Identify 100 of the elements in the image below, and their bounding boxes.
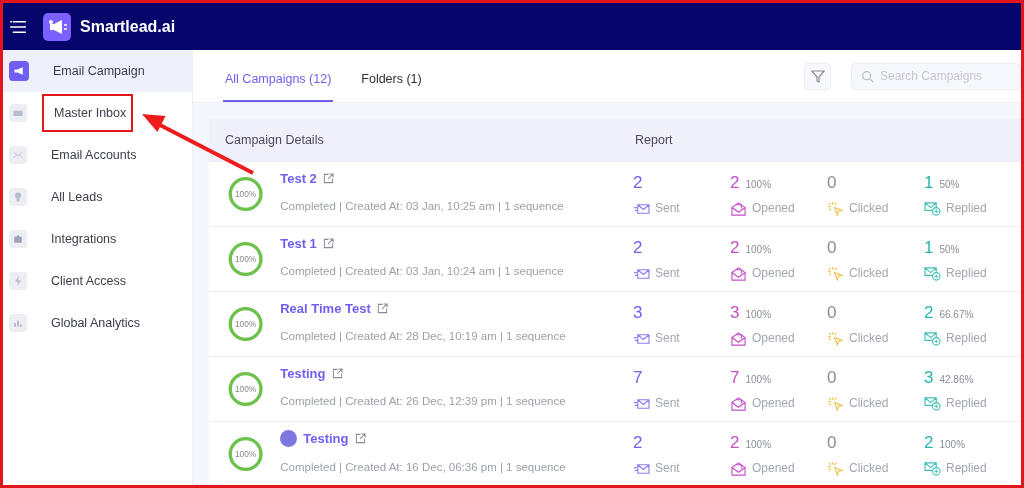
tab[interactable]: All Campaigns (12) [223, 50, 334, 102]
progress-ring: 100% [227, 370, 265, 408]
stat-count: 0 [827, 302, 837, 323]
sidebar-item[interactable]: Master Inbox [3, 92, 192, 134]
bars-icon [9, 314, 27, 332]
stat-count: 0 [827, 237, 837, 258]
envelope-plus-icon [924, 330, 941, 346]
stat-count: 2 [730, 432, 740, 453]
campaign-details: Completed | Created At: 03 Jan, 10:25 am | 1 sequence [280, 199, 565, 212]
stat-label: Clicked [849, 201, 889, 215]
stat-label: Replied [946, 201, 987, 215]
open-envelope-icon [730, 330, 747, 346]
stat-label: Replied [946, 396, 987, 410]
stat-count: 2 [633, 172, 643, 193]
envelope-plus-icon [924, 265, 941, 281]
stat-percent: 42.86% [939, 373, 974, 385]
stat-count: 0 [827, 367, 837, 388]
sidebar-item[interactable]: All Leads [3, 176, 192, 218]
stat-label: Clicked [849, 461, 889, 475]
sidebar-item[interactable]: Email Campaign [3, 50, 192, 92]
click-burst-icon [827, 265, 844, 281]
stat-percent: 66.67% [939, 308, 974, 320]
external-link-icon[interactable] [322, 172, 334, 184]
stat-label: Opened [752, 266, 795, 280]
stat-count: 2 [730, 237, 740, 258]
stat-percent: 100% [939, 438, 966, 450]
filter-icon [809, 68, 826, 84]
stat-count: 0 [827, 432, 837, 453]
megaphone-logo-icon [43, 12, 71, 41]
stat-count: 0 [827, 172, 837, 193]
progress-ring: 100% [227, 435, 265, 473]
stat-percent: 100% [745, 373, 772, 385]
filter-button[interactable] [804, 62, 831, 90]
stat-label: Sent [655, 201, 680, 215]
stat-label: Sent [655, 266, 680, 280]
column-header: Campaign Details [225, 133, 325, 147]
stat-label: Replied [946, 461, 987, 475]
stat-count: 2 [633, 237, 643, 258]
sidebar-item[interactable]: Integrations [3, 218, 192, 260]
click-burst-icon [827, 330, 844, 346]
click-burst-icon [827, 395, 844, 411]
click-burst-icon [827, 200, 844, 216]
stat-label: Opened [752, 331, 795, 345]
stat-count: 7 [633, 367, 643, 388]
tab[interactable]: Folders (1) [359, 50, 424, 102]
campaign-name-link[interactable]: Test 2 [280, 170, 317, 186]
stat-percent: 50% [939, 178, 960, 190]
sidebar-item[interactable]: Global Analytics [3, 302, 192, 344]
stat-label: Clicked [849, 396, 889, 410]
stat-label: Replied [946, 331, 987, 345]
external-link-icon[interactable] [376, 302, 388, 314]
stat-label: Sent [655, 331, 680, 345]
open-envelope-icon [730, 200, 747, 216]
stat-count: 3 [633, 302, 643, 323]
stat-count: 3 [924, 367, 934, 388]
stat-label: Clicked [849, 331, 889, 345]
stat-percent: 100% [745, 243, 772, 255]
progress-ring: 100% [227, 175, 265, 213]
click-burst-icon [827, 460, 844, 476]
stat-count: 1 [924, 237, 934, 258]
bulb-icon [9, 188, 27, 206]
campaign-name-link[interactable]: Real Time Test [280, 300, 371, 316]
column-header: Report [635, 133, 673, 147]
sidebar-item[interactable]: Email Accounts [3, 134, 192, 176]
progress-ring: 100% [227, 305, 265, 343]
bolt-icon [9, 272, 27, 290]
external-link-icon[interactable] [331, 367, 343, 379]
stat-label: Opened [752, 201, 795, 215]
app-name: Smartlead.ai [80, 17, 176, 36]
stat-label: Sent [655, 461, 680, 475]
campaign-name-link[interactable]: Testing [280, 365, 326, 381]
stat-percent: 100% [745, 178, 772, 190]
envelope-icon [9, 146, 27, 164]
external-link-icon[interactable] [354, 432, 366, 444]
envelope-plus-icon [924, 200, 941, 216]
sidebar-item[interactable]: Client Access [3, 260, 192, 302]
menu-icon[interactable] [9, 19, 27, 34]
stat-percent: 100% [745, 438, 772, 450]
megaphone-icon [9, 61, 29, 81]
stat-count: 2 [730, 172, 740, 193]
campaign-name-link[interactable]: Test 1 [280, 235, 317, 251]
stat-label: Sent [655, 396, 680, 410]
stat-percent: 50% [939, 243, 960, 255]
external-link-icon[interactable] [322, 237, 334, 249]
open-envelope-icon [730, 265, 747, 281]
stat-label: Replied [946, 266, 987, 280]
stat-percent: 100% [745, 308, 772, 320]
stat-count: 1 [924, 172, 934, 193]
open-envelope-icon [730, 460, 747, 476]
campaign-details: Completed | Created At: 03 Jan, 10:24 am | 1 sequence [280, 264, 565, 277]
progress-ring: 100% [227, 240, 265, 278]
stat-label: Clicked [849, 266, 889, 280]
search-icon [861, 69, 874, 83]
stat-count: 2 [924, 432, 934, 453]
campaign-name-link[interactable]: Testing [303, 430, 349, 446]
envelope-plus-icon [924, 395, 941, 411]
campaign-details: Completed | Created At: 16 Dec, 06:36 pm | 1 sequence [280, 460, 567, 473]
stat-count: 2 [924, 302, 934, 323]
campaign-details: Completed | Created At: 28 Dec, 10:19 am | 1 sequence [280, 329, 567, 342]
stat-count: 7 [730, 367, 740, 388]
